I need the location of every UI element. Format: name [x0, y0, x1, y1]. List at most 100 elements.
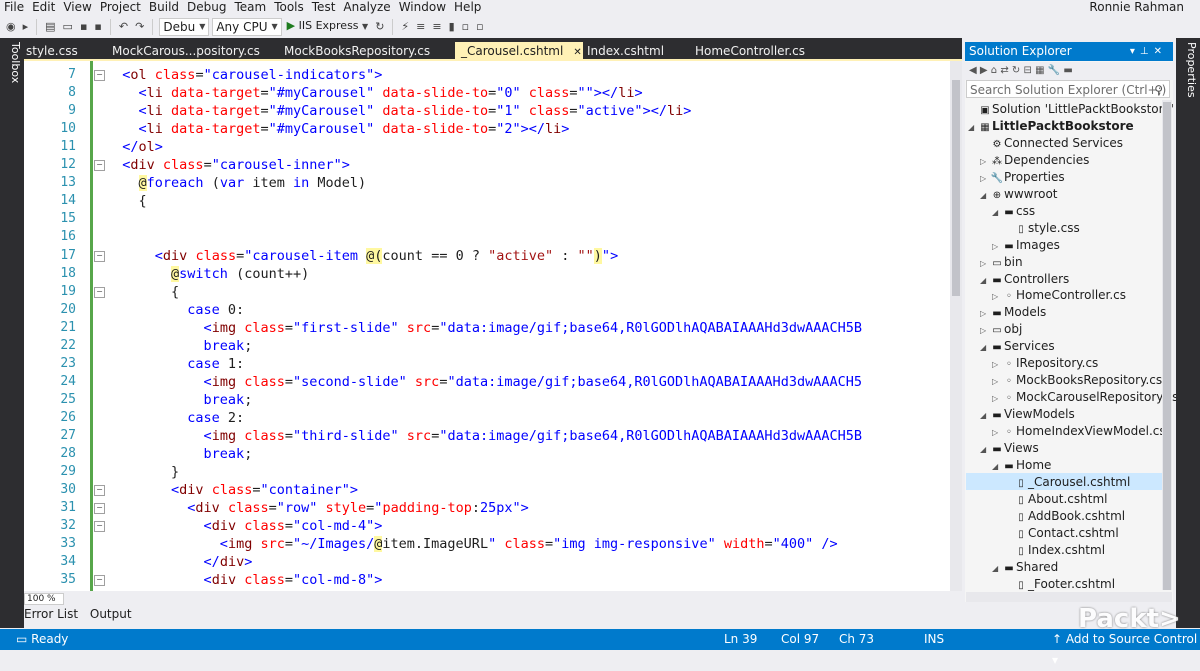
redo-icon[interactable]: ↷ [133, 18, 146, 36]
tree-item[interactable]: ▯ style.css [1004, 220, 1079, 237]
solution-configuration-dropdown[interactable]: Debu ▼ [159, 17, 210, 36]
expander-icon[interactable]: ▷ [980, 170, 990, 187]
code-line[interactable]: 16 [24, 228, 962, 246]
back-icon[interactable]: ◀ [969, 65, 977, 76]
close-icon[interactable]: ✕ [573, 47, 581, 58]
tree-item[interactable]: ▷ ▭ bin [980, 254, 1023, 271]
menu-project[interactable]: Project [96, 0, 145, 14]
show-all-files-icon[interactable]: ▦ [1035, 65, 1044, 76]
run-button[interactable]: ▶ IIS Express ▼ [285, 17, 371, 36]
tree-item[interactable]: ◢ ▬ Shared [992, 559, 1058, 576]
menu-test[interactable]: Test [308, 0, 340, 14]
browser-link-icon[interactable]: ⚡ [399, 18, 411, 36]
tree-item[interactable]: ▯ Index.cshtml [1004, 542, 1105, 559]
expander-icon[interactable]: ▷ [980, 255, 990, 272]
code-line[interactable]: 23 case 1: [24, 355, 962, 373]
tree-item[interactable]: ▷ ▬ Images [992, 237, 1060, 254]
editor-horizontal-scrollbar[interactable] [24, 591, 962, 605]
code-line[interactable]: 7 − <ol class="carousel-indicators"> [24, 66, 962, 84]
code-line[interactable]: 30 − <div class="container"> [24, 481, 962, 499]
dropdown-icon[interactable]: ▾ [1130, 46, 1140, 57]
collapse-icon[interactable]: − [94, 521, 105, 533]
menu-help[interactable]: Help [450, 0, 485, 14]
code-line[interactable]: 27 <img class="third-slide" src="data:im… [24, 427, 962, 445]
collapse-all-icon[interactable]: ⊟ [1023, 65, 1031, 76]
close-icon[interactable]: ✕ [1154, 46, 1167, 57]
code-line[interactable]: 9 <li data-target="#myCarousel" data-sli… [24, 102, 962, 120]
menu-build[interactable]: Build [145, 0, 183, 14]
tab-carousel-cshtml[interactable]: _Carousel.cshtml ✕ [455, 42, 583, 60]
tree-item[interactable]: ▷ 🔧Properties [980, 169, 1065, 186]
tree-item[interactable]: ◢ ▬ css [992, 203, 1035, 220]
code-line[interactable]: 10 <li data-target="#myCarousel" data-sl… [24, 120, 962, 138]
sync-icon[interactable]: ⇄ [1000, 65, 1008, 76]
tree-item[interactable]: ▷ ⁂ Dependencies [980, 152, 1089, 169]
code-line[interactable]: 29 } [24, 463, 962, 481]
tree-item[interactable]: ⚙ Connected Services [980, 135, 1124, 152]
code-line[interactable]: 18 @switch (count++) [24, 265, 962, 283]
tree-item[interactable]: ▯ AddBook.cshtml [1004, 508, 1125, 525]
tree-item[interactable]: ▯ Contact.cshtml [1004, 525, 1118, 542]
expander-icon[interactable]: ◢ [980, 407, 990, 424]
tab-style-css[interactable]: style.css [26, 42, 78, 60]
tree-item[interactable]: ▯ About.cshtml [1004, 491, 1107, 508]
tree-item[interactable]: ◢ ▦ LittlePacktBookstore [968, 118, 1134, 135]
solution-explorer-scroll-thumb[interactable] [1163, 102, 1171, 590]
tab-output[interactable]: Output [90, 607, 132, 621]
collapse-icon[interactable]: − [94, 70, 105, 81]
tree-item[interactable]: ◢ ▬ Home [992, 457, 1051, 474]
code-line[interactable]: 25 break; [24, 391, 962, 409]
code-line[interactable]: 35 − <div class="col-md-8"> [24, 571, 962, 589]
expander-icon[interactable]: ◢ [992, 560, 1002, 577]
tree-item[interactable]: ◢ ▬ ViewModels [980, 406, 1075, 423]
preview-icon[interactable]: ▬ [1063, 65, 1072, 76]
code-line[interactable]: 8 <li data-target="#myCarousel" data-sli… [24, 84, 962, 102]
expander-icon[interactable]: ◢ [980, 187, 990, 204]
tree-item[interactable]: ▣ Solution 'LittlePacktBookstore' (1 [968, 101, 1190, 118]
collapse-icon[interactable]: − [94, 250, 105, 262]
collapse-icon[interactable]: − [94, 485, 105, 497]
expander-icon[interactable]: ◢ [968, 119, 978, 136]
code-line[interactable]: 22 break; [24, 337, 962, 355]
tree-item[interactable]: ◢ ▬ Controllers [980, 271, 1069, 288]
expander-icon[interactable]: ▷ [992, 238, 1002, 255]
menu-window[interactable]: Window [395, 0, 450, 14]
new-project-icon[interactable]: ▤ [43, 18, 57, 36]
save-all-icon[interactable]: ▪ [92, 18, 103, 36]
tree-item[interactable]: ▯ _Footer.cshtml [1004, 576, 1115, 593]
editor-scroll-thumb[interactable] [952, 80, 960, 296]
tree-item[interactable]: ▷ ◦ HomeIndexViewModel.cs [992, 423, 1166, 440]
tree-item[interactable]: ▷ ◦ HomeController.cs [992, 287, 1126, 304]
tree-item[interactable]: ▷ ◦ IRepository.cs [992, 355, 1098, 372]
expander-icon[interactable]: ▷ [992, 373, 1002, 390]
tab-error-list[interactable]: Error List [24, 607, 78, 621]
tree-item[interactable]: ▯ _Carousel.cshtml [1004, 474, 1130, 491]
pin-icon[interactable]: ⊥ [1140, 46, 1154, 57]
tree-item[interactable]: ◢ ▬ Views [980, 440, 1039, 457]
code-line[interactable]: 26 case 2: [24, 409, 962, 427]
expander-icon[interactable]: ▷ [980, 153, 990, 170]
uncomment-icon[interactable]: ≡ [430, 18, 443, 36]
code-line[interactable]: 17 − <div class="carousel-item @(count ==… [24, 247, 962, 265]
expander-icon[interactable]: ◢ [980, 272, 990, 289]
tab-mockcarouselrepository[interactable]: MockCarous...pository.cs [112, 42, 260, 60]
comment-icon[interactable]: ≡ [414, 18, 427, 36]
code-line[interactable]: 15 [24, 210, 962, 228]
code-line[interactable]: 33 <img src="~/Images/@item.ImageURL" cl… [24, 535, 962, 553]
properties-icon[interactable]: 🔧 [1048, 65, 1060, 76]
code-line[interactable]: 31− <div class="row" style="padding-top:… [24, 499, 962, 517]
solution-explorer-search[interactable]: Search Solution Explorer (Ctrl+;) ⚲ [966, 80, 1170, 98]
code-line[interactable]: 19 − { [24, 283, 962, 301]
expander-icon[interactable]: ▷ [980, 305, 990, 322]
menu-view[interactable]: View [59, 0, 95, 14]
tree-item[interactable]: ▷ ▬ Models [980, 304, 1046, 321]
tree-item[interactable]: ◢ ▬ Services [980, 338, 1055, 355]
user-name[interactable]: Ronnie Rahman [1089, 0, 1184, 14]
tree-item[interactable]: ▷ ◦ MockCarouselRepository.cs [992, 389, 1178, 406]
expander-icon[interactable]: ▷ [992, 424, 1002, 441]
collapse-icon[interactable]: − [94, 575, 105, 587]
bookmark-icon[interactable]: ▮ [447, 18, 457, 36]
expander-icon[interactable]: ◢ [992, 204, 1002, 221]
code-line[interactable]: 14 { [24, 192, 962, 210]
code-line[interactable]: 34 </div> [24, 553, 962, 571]
